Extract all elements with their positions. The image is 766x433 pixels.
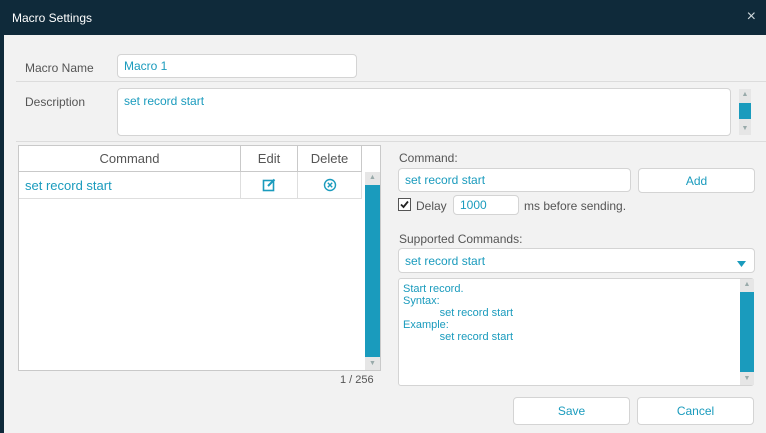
table-scrollbar[interactable]: ▲ ▼ bbox=[365, 172, 380, 370]
edit-icon[interactable] bbox=[262, 178, 276, 192]
command-table: Command Edit Delete set record start ▲ ▼ bbox=[18, 145, 381, 371]
window-title: Macro Settings bbox=[12, 11, 93, 25]
supported-commands-label: Supported Commands: bbox=[399, 232, 523, 246]
command-help-text: Start record. Syntax: set record start E… bbox=[403, 283, 514, 343]
scroll-down-icon[interactable]: ▼ bbox=[365, 358, 380, 370]
command-input[interactable]: set record start bbox=[398, 168, 631, 192]
row-delete-cell bbox=[298, 172, 362, 198]
description-label: Description bbox=[25, 95, 86, 109]
command-label: Command: bbox=[399, 151, 458, 165]
description-value: set record start bbox=[124, 94, 205, 108]
row-edit-cell bbox=[241, 172, 298, 198]
command-count: 1 / 256 bbox=[340, 374, 374, 386]
macro-name-value: Macro 1 bbox=[124, 59, 168, 73]
scroll-thumb[interactable] bbox=[739, 103, 751, 119]
delay-input[interactable]: 1000 bbox=[453, 195, 519, 215]
title-bar: Macro Settings × bbox=[0, 0, 766, 35]
checkmark-icon bbox=[400, 200, 409, 209]
delete-circle-x-icon[interactable] bbox=[323, 178, 337, 192]
description-scrollbar[interactable]: ▲ ▼ bbox=[739, 89, 751, 135]
close-icon[interactable]: × bbox=[747, 8, 756, 26]
chevron-down-icon[interactable] bbox=[737, 256, 746, 270]
column-header-delete: Delete bbox=[298, 146, 362, 171]
macro-name-input[interactable]: Macro 1 bbox=[117, 54, 357, 78]
row-command-cell[interactable]: set record start bbox=[19, 172, 241, 198]
supported-commands-select[interactable]: set record start bbox=[398, 248, 755, 273]
supported-commands-value: set record start bbox=[405, 253, 486, 268]
cancel-button[interactable]: Cancel bbox=[637, 397, 754, 425]
command-help-textarea[interactable]: Start record. Syntax: set record start E… bbox=[398, 278, 754, 386]
command-input-value: set record start bbox=[405, 173, 486, 187]
scroll-thumb[interactable] bbox=[740, 292, 754, 372]
scroll-up-icon[interactable]: ▲ bbox=[739, 89, 751, 101]
scroll-up-icon[interactable]: ▲ bbox=[365, 172, 380, 184]
save-button[interactable]: Save bbox=[513, 397, 630, 425]
scroll-thumb[interactable] bbox=[365, 185, 380, 357]
divider bbox=[16, 81, 766, 82]
column-header-command: Command bbox=[19, 146, 241, 171]
macro-name-label: Macro Name bbox=[25, 61, 94, 75]
delay-label: Delay bbox=[416, 199, 447, 213]
scroll-down-icon[interactable]: ▼ bbox=[740, 373, 754, 385]
column-header-edit: Edit bbox=[241, 146, 298, 171]
table-row[interactable]: set record start bbox=[19, 172, 362, 199]
scroll-down-icon[interactable]: ▼ bbox=[739, 123, 751, 135]
description-textarea[interactable]: set record start bbox=[117, 88, 731, 136]
add-button[interactable]: Add bbox=[638, 168, 755, 193]
help-scrollbar[interactable]: ▲ ▼ bbox=[740, 279, 754, 385]
divider bbox=[16, 141, 766, 142]
delay-checkbox[interactable] bbox=[398, 198, 411, 211]
scroll-up-icon[interactable]: ▲ bbox=[740, 279, 754, 291]
delay-suffix-label: ms before sending. bbox=[524, 199, 627, 213]
delay-value: 1000 bbox=[460, 198, 487, 212]
table-header: Command Edit Delete bbox=[19, 146, 362, 172]
